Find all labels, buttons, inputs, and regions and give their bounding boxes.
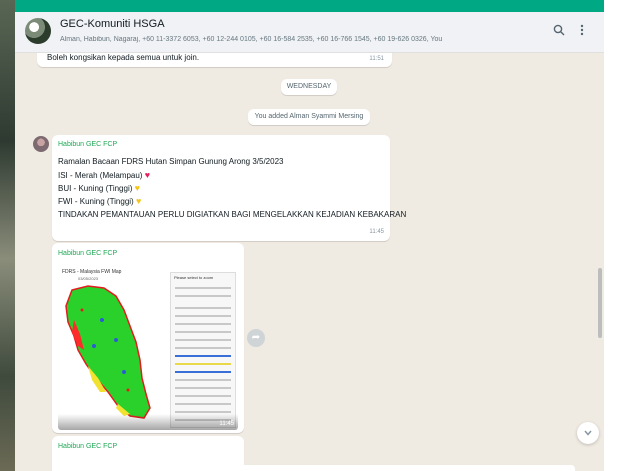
map-zoom-panel: Please select to zoom: [170, 272, 236, 428]
menu-icon[interactable]: [580, 24, 584, 39]
panel-row: [175, 307, 231, 309]
message-bubble-image[interactable]: Habibun GEC FCP FDRS - Malaysia FWI Map …: [52, 243, 244, 433]
panel-row: [175, 295, 231, 297]
message-line: Ramalan Bacaan FDRS Hutan Simpan Gunung …: [58, 157, 284, 166]
red-heart-icon: ♥: [144, 170, 151, 180]
panel-row: [175, 403, 231, 405]
panel-row: [175, 339, 231, 341]
sender-name[interactable]: Habibun GEC FCP: [58, 250, 117, 257]
image-time: 11:45: [219, 421, 234, 427]
background-photo-strip: [0, 0, 15, 471]
panel-row: [175, 323, 231, 325]
group-avatar[interactable]: [25, 18, 51, 44]
message-line-text: BUI - Kuning (Tinggi): [58, 184, 133, 193]
scrollbar-thumb[interactable]: [598, 268, 602, 338]
panel-row: [175, 395, 231, 397]
panel-row: [175, 371, 231, 373]
panel-row: [175, 379, 231, 381]
day-divider: WEDNESDAY: [281, 79, 337, 95]
chat-header[interactable]: GEC-Komuniti HSGA Alman, Habibun, Nagara…: [15, 12, 604, 53]
search-icon[interactable]: [553, 24, 565, 39]
message-bubble-previous[interactable]: Boleh kongsikan kepada semua untuk join.…: [37, 53, 392, 67]
sender-avatar[interactable]: [33, 136, 49, 152]
sender-name[interactable]: Habibun GEC FCP: [58, 443, 117, 450]
panel-row: [175, 411, 231, 413]
whatsapp-web-window: GEC-Komuniti HSGA Alman, Habibun, Nagara…: [15, 0, 604, 471]
message-line-text: ISI - Merah (Melampau): [58, 171, 143, 180]
panel-row: [175, 387, 231, 389]
message-time: 11:51: [369, 56, 384, 62]
message-bubble-fdrs[interactable]: Habibun GEC FCP Ramalan Bacaan FDRS Huta…: [52, 135, 406, 241]
fdrs-map-image[interactable]: FDRS - Malaysia FWI Map 03/05/2023 Pleas…: [58, 266, 238, 430]
peninsular-malaysia-map: [65, 285, 151, 419]
panel-row: [175, 363, 231, 365]
message-input[interactable]: [75, 465, 575, 471]
panel-title: Please select to zoom: [174, 275, 214, 280]
top-accent-bar: [15, 0, 604, 12]
panel-row: [175, 355, 231, 357]
chat-title[interactable]: GEC-Komuniti HSGA: [60, 18, 165, 30]
message-line: TINDAKAN PEMANTAUAN PERLU DIGIATKAN BAGI…: [58, 210, 407, 219]
yellow-heart-icon: ♥: [135, 196, 142, 206]
message-line: BUI - Kuning (Tinggi) ♥: [58, 183, 140, 193]
right-margin: [604, 0, 626, 471]
system-note: You added Alman Syammi Mersing: [248, 109, 370, 125]
message-time: 11:45: [369, 229, 384, 235]
image-shade: [58, 414, 238, 430]
map-title: FDRS - Malaysia FWI Map: [62, 269, 122, 275]
message-line: FWI - Kuning (Tinggi) ♥: [58, 196, 141, 206]
panel-row: [175, 315, 231, 317]
message-line-text: FWI - Kuning (Tinggi): [58, 197, 134, 206]
panel-row: [175, 287, 231, 289]
chat-participants[interactable]: Alman, Habibun, Nagaraj, +60 11-3372 605…: [60, 36, 480, 43]
sender-name[interactable]: Habibun GEC FCP: [58, 141, 117, 148]
yellow-heart-icon: ♥: [134, 183, 140, 193]
panel-row: [175, 347, 231, 349]
panel-row: [175, 331, 231, 333]
forward-icon[interactable]: ➦: [247, 329, 265, 347]
message-line: ISI - Merah (Melampau) ♥: [58, 170, 150, 180]
message-text: Boleh kongsikan kepada semua untuk join.: [47, 53, 200, 62]
message-list[interactable]: Boleh kongsikan kepada semua untuk join.…: [15, 53, 604, 471]
scroll-down-icon[interactable]: [577, 422, 599, 444]
